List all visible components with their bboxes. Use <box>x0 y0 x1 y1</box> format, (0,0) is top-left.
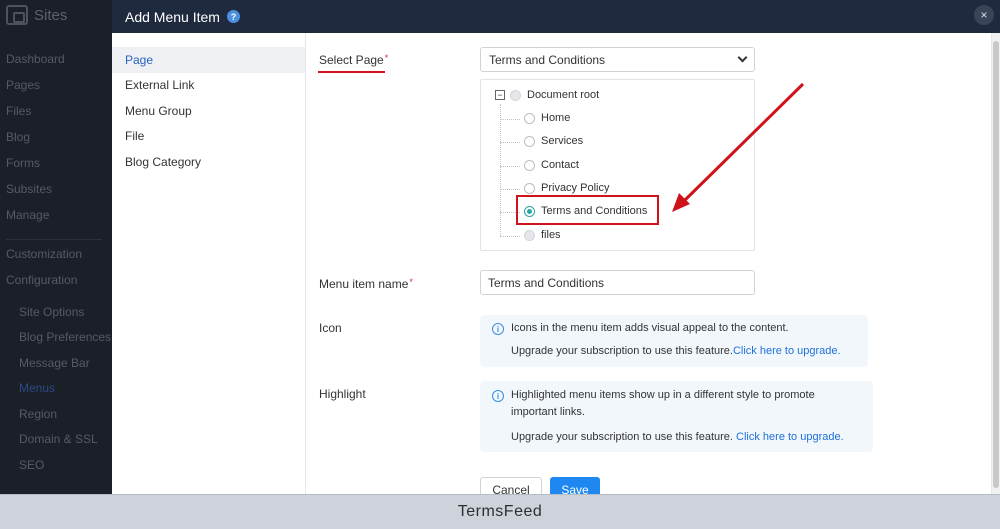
required-marker: * <box>384 53 389 63</box>
page-tree: − Document root Home Services Contact Pr… <box>480 79 755 251</box>
tree-node-files[interactable]: files <box>524 229 561 241</box>
icon-upgrade-line: Upgrade your subscription to use this fe… <box>511 345 841 357</box>
tree-connector <box>500 189 520 190</box>
sidebar-item-configuration: Configuration <box>6 273 78 287</box>
close-icon[interactable]: × <box>974 5 994 25</box>
scrollbar-thumb[interactable] <box>993 41 999 488</box>
tab-external-link[interactable]: External Link <box>112 72 305 98</box>
sidebar-subitem-site-options: Site Options <box>19 305 85 319</box>
tree-connector <box>500 166 520 167</box>
info-icon: i <box>492 390 504 402</box>
tab-blog-category[interactable]: Blog Category <box>112 149 305 175</box>
footer-brand: TermsFeed <box>457 503 543 520</box>
icon-info-text: Icons in the menu item adds visual appea… <box>511 322 789 334</box>
tree-node-contact[interactable]: Contact <box>524 159 579 171</box>
radio-privacy-policy[interactable] <box>524 182 535 194</box>
radio-files[interactable] <box>524 229 535 241</box>
radio-contact[interactable] <box>524 159 535 171</box>
sidebar-item-customization: Customization <box>6 247 83 261</box>
cancel-button[interactable]: Cancel <box>480 477 542 494</box>
sidebar-subitem-message-bar: Message Bar <box>19 356 90 370</box>
tree-node-home[interactable]: Home <box>524 112 570 124</box>
radio-document-root[interactable] <box>510 89 521 101</box>
tab-menu-group[interactable]: Menu Group <box>112 98 305 124</box>
highlight-upgrade-line: Upgrade your subscription to use this fe… <box>511 431 844 443</box>
sites-logo-icon <box>6 5 28 25</box>
background-sidebar: Sites Dashboard Pages Files Blog Forms S… <box>0 0 112 494</box>
menu-type-nav: Page External Link Menu Group File Blog … <box>112 33 306 494</box>
tree-connector <box>500 236 520 237</box>
app-title: Sites <box>34 6 68 24</box>
tree-node-label: Document root <box>527 89 600 101</box>
help-icon[interactable]: ? <box>226 10 240 23</box>
tree-node-privacy-policy[interactable]: Privacy Policy <box>524 182 609 194</box>
tab-file[interactable]: File <box>112 123 305 149</box>
scrollbar[interactable] <box>991 33 1000 494</box>
menu-item-name-value: Terms and Conditions <box>488 275 605 290</box>
tree-connector <box>500 104 501 236</box>
highlight-info-text: Highlighted menu items show up in a diff… <box>511 389 815 418</box>
info-icon: i <box>492 323 504 335</box>
annotation-highlight-box <box>516 195 659 225</box>
tree-node-label: Home <box>541 112 571 124</box>
upgrade-link[interactable]: Click here to upgrade. <box>736 431 844 443</box>
tree-node-label: Contact <box>541 159 579 171</box>
modal-header: Add Menu Item ? × <box>112 0 1000 33</box>
icon-info-box: i Icons in the menu item adds visual app… <box>480 315 868 367</box>
highlight-label: Highlight <box>319 387 366 401</box>
select-page-value: Terms and Conditions <box>489 52 606 67</box>
tree-connector <box>500 142 520 143</box>
sidebar-subitem-menus: Menus <box>19 381 56 395</box>
highlight-info-box: i Highlighted menu items show up in a di… <box>480 381 873 452</box>
tree-node-label: files <box>541 229 561 241</box>
tree-node-services[interactable]: Services <box>524 135 583 147</box>
menu-item-name-input[interactable]: Terms and Conditions <box>480 270 755 295</box>
sidebar-item-files: Files <box>6 104 32 118</box>
radio-home[interactable] <box>524 112 535 124</box>
upgrade-link[interactable]: Click here to upgrade. <box>733 345 841 357</box>
footer-bar: TermsFeed <box>0 494 1000 529</box>
tree-node-root[interactable]: Document root <box>510 89 599 101</box>
tree-node-label: Privacy Policy <box>541 182 610 194</box>
modal-title: Add Menu Item <box>125 8 220 25</box>
required-marker: * <box>409 277 413 287</box>
sidebar-divider <box>6 239 102 240</box>
sidebar-item-pages: Pages <box>6 78 41 92</box>
collapse-icon[interactable]: − <box>495 90 505 100</box>
menu-item-name-label: Menu item name* <box>319 277 413 291</box>
tree-connector <box>500 119 520 120</box>
sidebar-subitem-blog-preferences: Blog Preferences <box>19 330 112 344</box>
annotation-underline <box>318 71 385 73</box>
icon-label: Icon <box>319 321 342 335</box>
sidebar-subitem-seo: SEO <box>19 458 45 472</box>
sidebar-item-subsites: Subsites <box>6 182 53 196</box>
save-button[interactable]: Save <box>550 477 600 494</box>
sidebar-subitem-region: Region <box>19 407 58 421</box>
chevron-down-icon <box>737 52 748 63</box>
modal-body: Page External Link Menu Group File Blog … <box>112 33 1000 494</box>
tab-page[interactable]: Page <box>112 47 305 73</box>
select-page-label: Select Page* <box>319 53 389 67</box>
sidebar-item-dashboard: Dashboard <box>6 52 65 66</box>
sidebar-item-manage: Manage <box>6 208 50 222</box>
app-logo: Sites <box>6 4 67 26</box>
tree-node-label: Services <box>541 135 584 147</box>
form-content: Select Page* Terms and Conditions − Docu… <box>306 33 1000 494</box>
sidebar-subitem-domain-ssl: Domain & SSL <box>19 432 98 446</box>
sidebar-item-forms: Forms <box>6 156 40 170</box>
radio-services[interactable] <box>524 135 535 147</box>
select-page-dropdown[interactable]: Terms and Conditions <box>480 47 755 72</box>
sidebar-item-blog: Blog <box>6 130 31 144</box>
